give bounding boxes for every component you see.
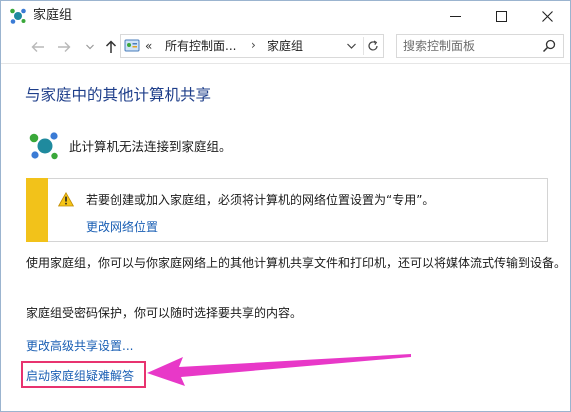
- breadcrumb-homegroup[interactable]: 家庭组: [267, 38, 303, 54]
- breadcrumb-control-panel[interactable]: 所有控制面...: [165, 38, 236, 54]
- warning-bar: [26, 178, 48, 242]
- close-icon: [541, 10, 553, 22]
- search-icon[interactable]: [542, 39, 556, 53]
- breadcrumb-separator[interactable]: ›: [251, 37, 256, 53]
- window-title: 家庭组: [33, 8, 73, 23]
- homegroup-troubleshooter-link[interactable]: 启动家庭组疑难解答: [26, 368, 134, 384]
- annotation-arrow: [147, 354, 411, 386]
- refresh-button[interactable]: [363, 37, 382, 55]
- homegroup-large-icon: [29, 132, 58, 160]
- arrow-up-icon: [105, 40, 117, 53]
- page-title: 与家庭中的其他计算机共享: [25, 86, 212, 104]
- homegroup-description: 使用家庭组，你可以与你家庭网络上的其他计算机共享文件和打印机，还可以将媒体流式传…: [26, 256, 567, 270]
- refresh-icon: [368, 40, 378, 51]
- status-message: 此计算机无法连接到家庭组。: [69, 139, 232, 154]
- navigation-bar: « 所有控制面... › 家庭组: [1, 31, 570, 64]
- address-bar[interactable]: « 所有控制面... › 家庭组: [120, 34, 384, 58]
- search-box[interactable]: [396, 34, 564, 58]
- forward-button[interactable]: [53, 37, 75, 57]
- homegroup-window: 家庭组 « 所有控制面... › 家庭组 搜索控制面板 与家庭中的其他计算机共享…: [0, 0, 571, 412]
- change-network-location-link[interactable]: 更改网络位置: [86, 219, 158, 235]
- warning-message: 若要创建或加入家庭组，必须将计算机的网络位置设置为“专用”。: [86, 193, 435, 207]
- chevron-down-icon: [346, 43, 356, 49]
- close-button[interactable]: [524, 1, 570, 31]
- arrow-right-icon: [58, 42, 71, 52]
- minimize-button[interactable]: [432, 1, 478, 31]
- chevron-down-icon: [86, 44, 94, 50]
- address-history-button[interactable]: [344, 38, 358, 54]
- password-description: 家庭组受密码保护，你可以随时选择要共享的内容。: [26, 306, 303, 320]
- control-panel-icon: [124, 39, 140, 52]
- breadcrumb-overflow[interactable]: «: [145, 38, 152, 54]
- homegroup-icon: [10, 8, 26, 24]
- maximize-button[interactable]: [478, 1, 524, 31]
- recent-locations-button[interactable]: [79, 37, 101, 57]
- up-button[interactable]: [100, 37, 122, 57]
- warning-icon: [58, 192, 74, 207]
- maximize-icon: [495, 10, 507, 22]
- search-input[interactable]: [403, 37, 533, 55]
- arrow-left-icon: [31, 42, 44, 52]
- advanced-sharing-settings-link[interactable]: 更改高级共享设置...: [26, 338, 133, 354]
- title-bar: 家庭组: [1, 1, 570, 31]
- back-button[interactable]: [27, 37, 49, 57]
- minimize-icon: [449, 15, 461, 17]
